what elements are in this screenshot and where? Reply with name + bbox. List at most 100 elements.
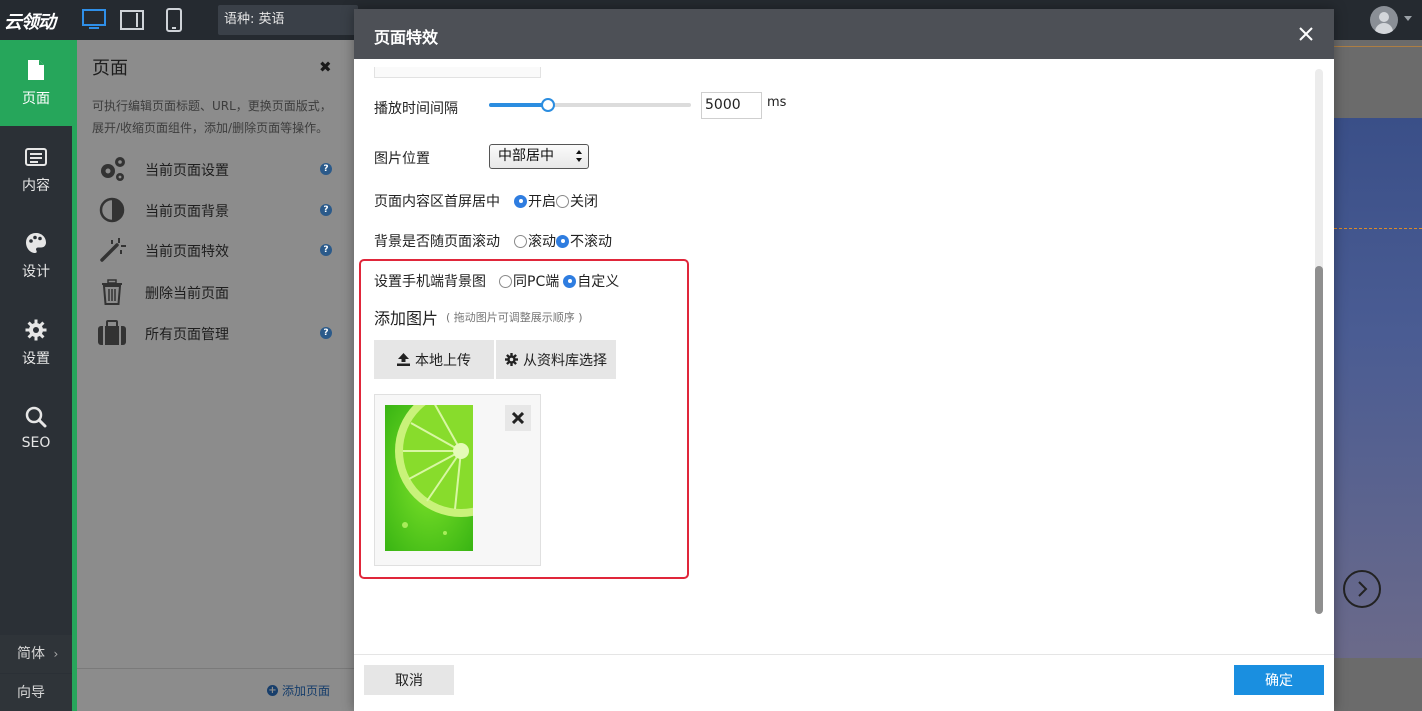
left-navigation: 页面 内容 设计 设置 SEO 简体 › 向导 <box>0 40 72 711</box>
tablet-icon <box>120 10 144 30</box>
add-image-title: 添加图片 <box>374 309 439 328</box>
radio-no-scroll[interactable] <box>556 234 569 248</box>
chevron-right-icon <box>1358 581 1368 597</box>
close-icon[interactable]: ✖ <box>319 58 332 76</box>
page-panel: 页面 ✖ 可执行编辑页面标题、URL，更换页面版式，展开/收缩页面组件，添加/删… <box>77 40 354 711</box>
nav-item-page[interactable]: 页面 <box>0 40 72 126</box>
nav-item-design[interactable]: 设计 <box>0 213 72 299</box>
preview-top-line <box>1334 46 1422 47</box>
lime-image <box>385 405 473 551</box>
add-page-button[interactable]: + 添加页面 <box>267 682 330 699</box>
tablet-view-button[interactable] <box>118 6 146 34</box>
mobile-bg-label: 设置手机端背景图 <box>374 274 486 290</box>
panel-title: 页面 <box>92 58 128 79</box>
avatar-head-shape <box>1379 12 1389 22</box>
upload-icon <box>397 353 410 366</box>
library-select-button[interactable]: 从资料库选择 <box>496 340 616 379</box>
image-position-value: 中部居中 <box>498 148 554 164</box>
desktop-view-button[interactable] <box>80 6 108 34</box>
chevron-right-icon: › <box>53 647 59 661</box>
language-select[interactable]: 语种: 英语 <box>218 5 358 35</box>
radio-label-no-scroll[interactable]: 不滚动 <box>570 231 612 251</box>
panel-menu-all-pages[interactable]: 所有页面管理 ? <box>77 313 354 353</box>
interval-slider-handle[interactable] <box>540 98 555 112</box>
carousel-next-button[interactable] <box>1343 570 1381 608</box>
nav-item-settings[interactable]: 设置 <box>0 300 72 386</box>
help-icon[interactable]: ? <box>320 163 332 175</box>
help-icon[interactable]: ? <box>320 244 332 256</box>
desktop-icon <box>82 9 106 29</box>
search-icon <box>24 405 48 429</box>
library-select-label: 从资料库选择 <box>523 351 607 368</box>
radio-custom[interactable] <box>563 274 577 288</box>
local-upload-label: 本地上传 <box>415 351 471 368</box>
radio-scroll[interactable] <box>514 234 527 248</box>
scroll-bg-radios: 滚动 不滚动 <box>514 231 612 251</box>
mobile-icon <box>166 8 182 32</box>
avatar-body-shape <box>1375 23 1393 34</box>
nav-language-switch[interactable]: 简体 › <box>0 635 72 673</box>
radio-label-same-as-pc[interactable]: 同PC端 <box>513 271 559 291</box>
magic-wand-icon <box>97 236 127 264</box>
gears-icon <box>97 155 127 183</box>
remove-image-button[interactable] <box>505 405 531 431</box>
panel-menu-page-background[interactable]: 当前页面背景 ? <box>77 190 354 230</box>
panel-menu-page-settings[interactable]: 当前页面设置 ? <box>77 149 354 189</box>
help-icon[interactable]: ? <box>320 327 332 339</box>
nav-item-label: 设计 <box>22 264 50 280</box>
dialog-title: 页面特效 <box>374 28 439 47</box>
add-page-label: 添加页面 <box>282 684 331 698</box>
mobile-bg-radios: 同PC端 自定义 <box>499 271 619 291</box>
help-icon[interactable]: ? <box>320 204 332 216</box>
add-image-hint: ( 拖动图片可调整展示顺序 ) <box>446 311 583 324</box>
panel-menu-label: 当前页面设置 <box>145 163 229 179</box>
trash-icon <box>97 278 127 306</box>
select-arrows-icon <box>576 150 582 162</box>
panel-menu-label: 所有页面管理 <box>145 327 229 343</box>
mobile-view-button[interactable] <box>160 6 188 34</box>
radio-label-off[interactable]: 关闭 <box>570 191 598 211</box>
close-icon[interactable] <box>1294 22 1318 46</box>
nav-language-label: 简体 <box>17 646 45 662</box>
caret-down-icon[interactable] <box>1404 16 1412 21</box>
confirm-button[interactable]: 确定 <box>1234 665 1324 695</box>
radio-label-scroll[interactable]: 滚动 <box>528 231 556 251</box>
nav-item-content[interactable]: 内容 <box>0 127 72 213</box>
gear-icon <box>24 318 48 342</box>
radio-label-on[interactable]: 开启 <box>528 191 556 211</box>
image-thumbnail-card[interactable] <box>374 394 541 566</box>
nav-item-label: 内容 <box>22 178 50 194</box>
panel-description: 可执行编辑页面标题、URL，更换页面版式，展开/收缩页面组件，添加/删除页面等操… <box>92 99 332 135</box>
local-upload-button[interactable]: 本地上传 <box>374 340 494 379</box>
panel-menu-page-effects[interactable]: 当前页面特效 ? <box>77 230 354 270</box>
briefcase-icon <box>97 319 127 347</box>
center-content-radios: 开启 关闭 <box>514 191 598 211</box>
interval-slider-fill <box>489 103 548 107</box>
scroll-bg-label: 背景是否随页面滚动 <box>374 234 500 250</box>
center-content-label: 页面内容区首屏居中 <box>374 194 500 210</box>
dialog-header: 页面特效 <box>354 9 1334 59</box>
panel-divider <box>77 668 354 669</box>
panel-menu-delete-page[interactable]: 删除当前页面 <box>77 272 354 312</box>
radio-on[interactable] <box>514 194 527 208</box>
nav-item-label: 页面 <box>22 91 50 107</box>
contrast-icon <box>97 196 127 224</box>
cancel-button[interactable]: 取消 <box>364 665 454 695</box>
interval-unit: ms <box>767 95 787 110</box>
user-avatar[interactable] <box>1370 6 1398 34</box>
image-position-select[interactable]: 中部居中 <box>489 144 589 169</box>
nav-item-label: SEO <box>21 435 51 451</box>
interval-input[interactable]: 5000 <box>701 92 762 119</box>
panel-menu-label: 当前页面背景 <box>145 204 229 220</box>
page-effects-dialog: 页面特效 播放时间间隔 5000 ms 图片位置 中部居中 页面内容区首屏居中 … <box>354 9 1334 711</box>
nav-item-seo[interactable]: SEO <box>0 388 72 468</box>
nav-guide[interactable]: 向导 <box>0 674 72 711</box>
dialog-scrollbar-thumb[interactable] <box>1315 266 1323 614</box>
interval-label: 播放时间间隔 <box>374 101 458 117</box>
radio-off[interactable] <box>556 194 569 208</box>
radio-same-as-pc[interactable] <box>499 274 512 288</box>
panel-menu-label: 删除当前页面 <box>145 286 229 302</box>
radio-label-custom[interactable]: 自定义 <box>577 271 619 291</box>
previous-field-stub <box>374 67 541 78</box>
nav-item-label: 设置 <box>22 351 50 367</box>
